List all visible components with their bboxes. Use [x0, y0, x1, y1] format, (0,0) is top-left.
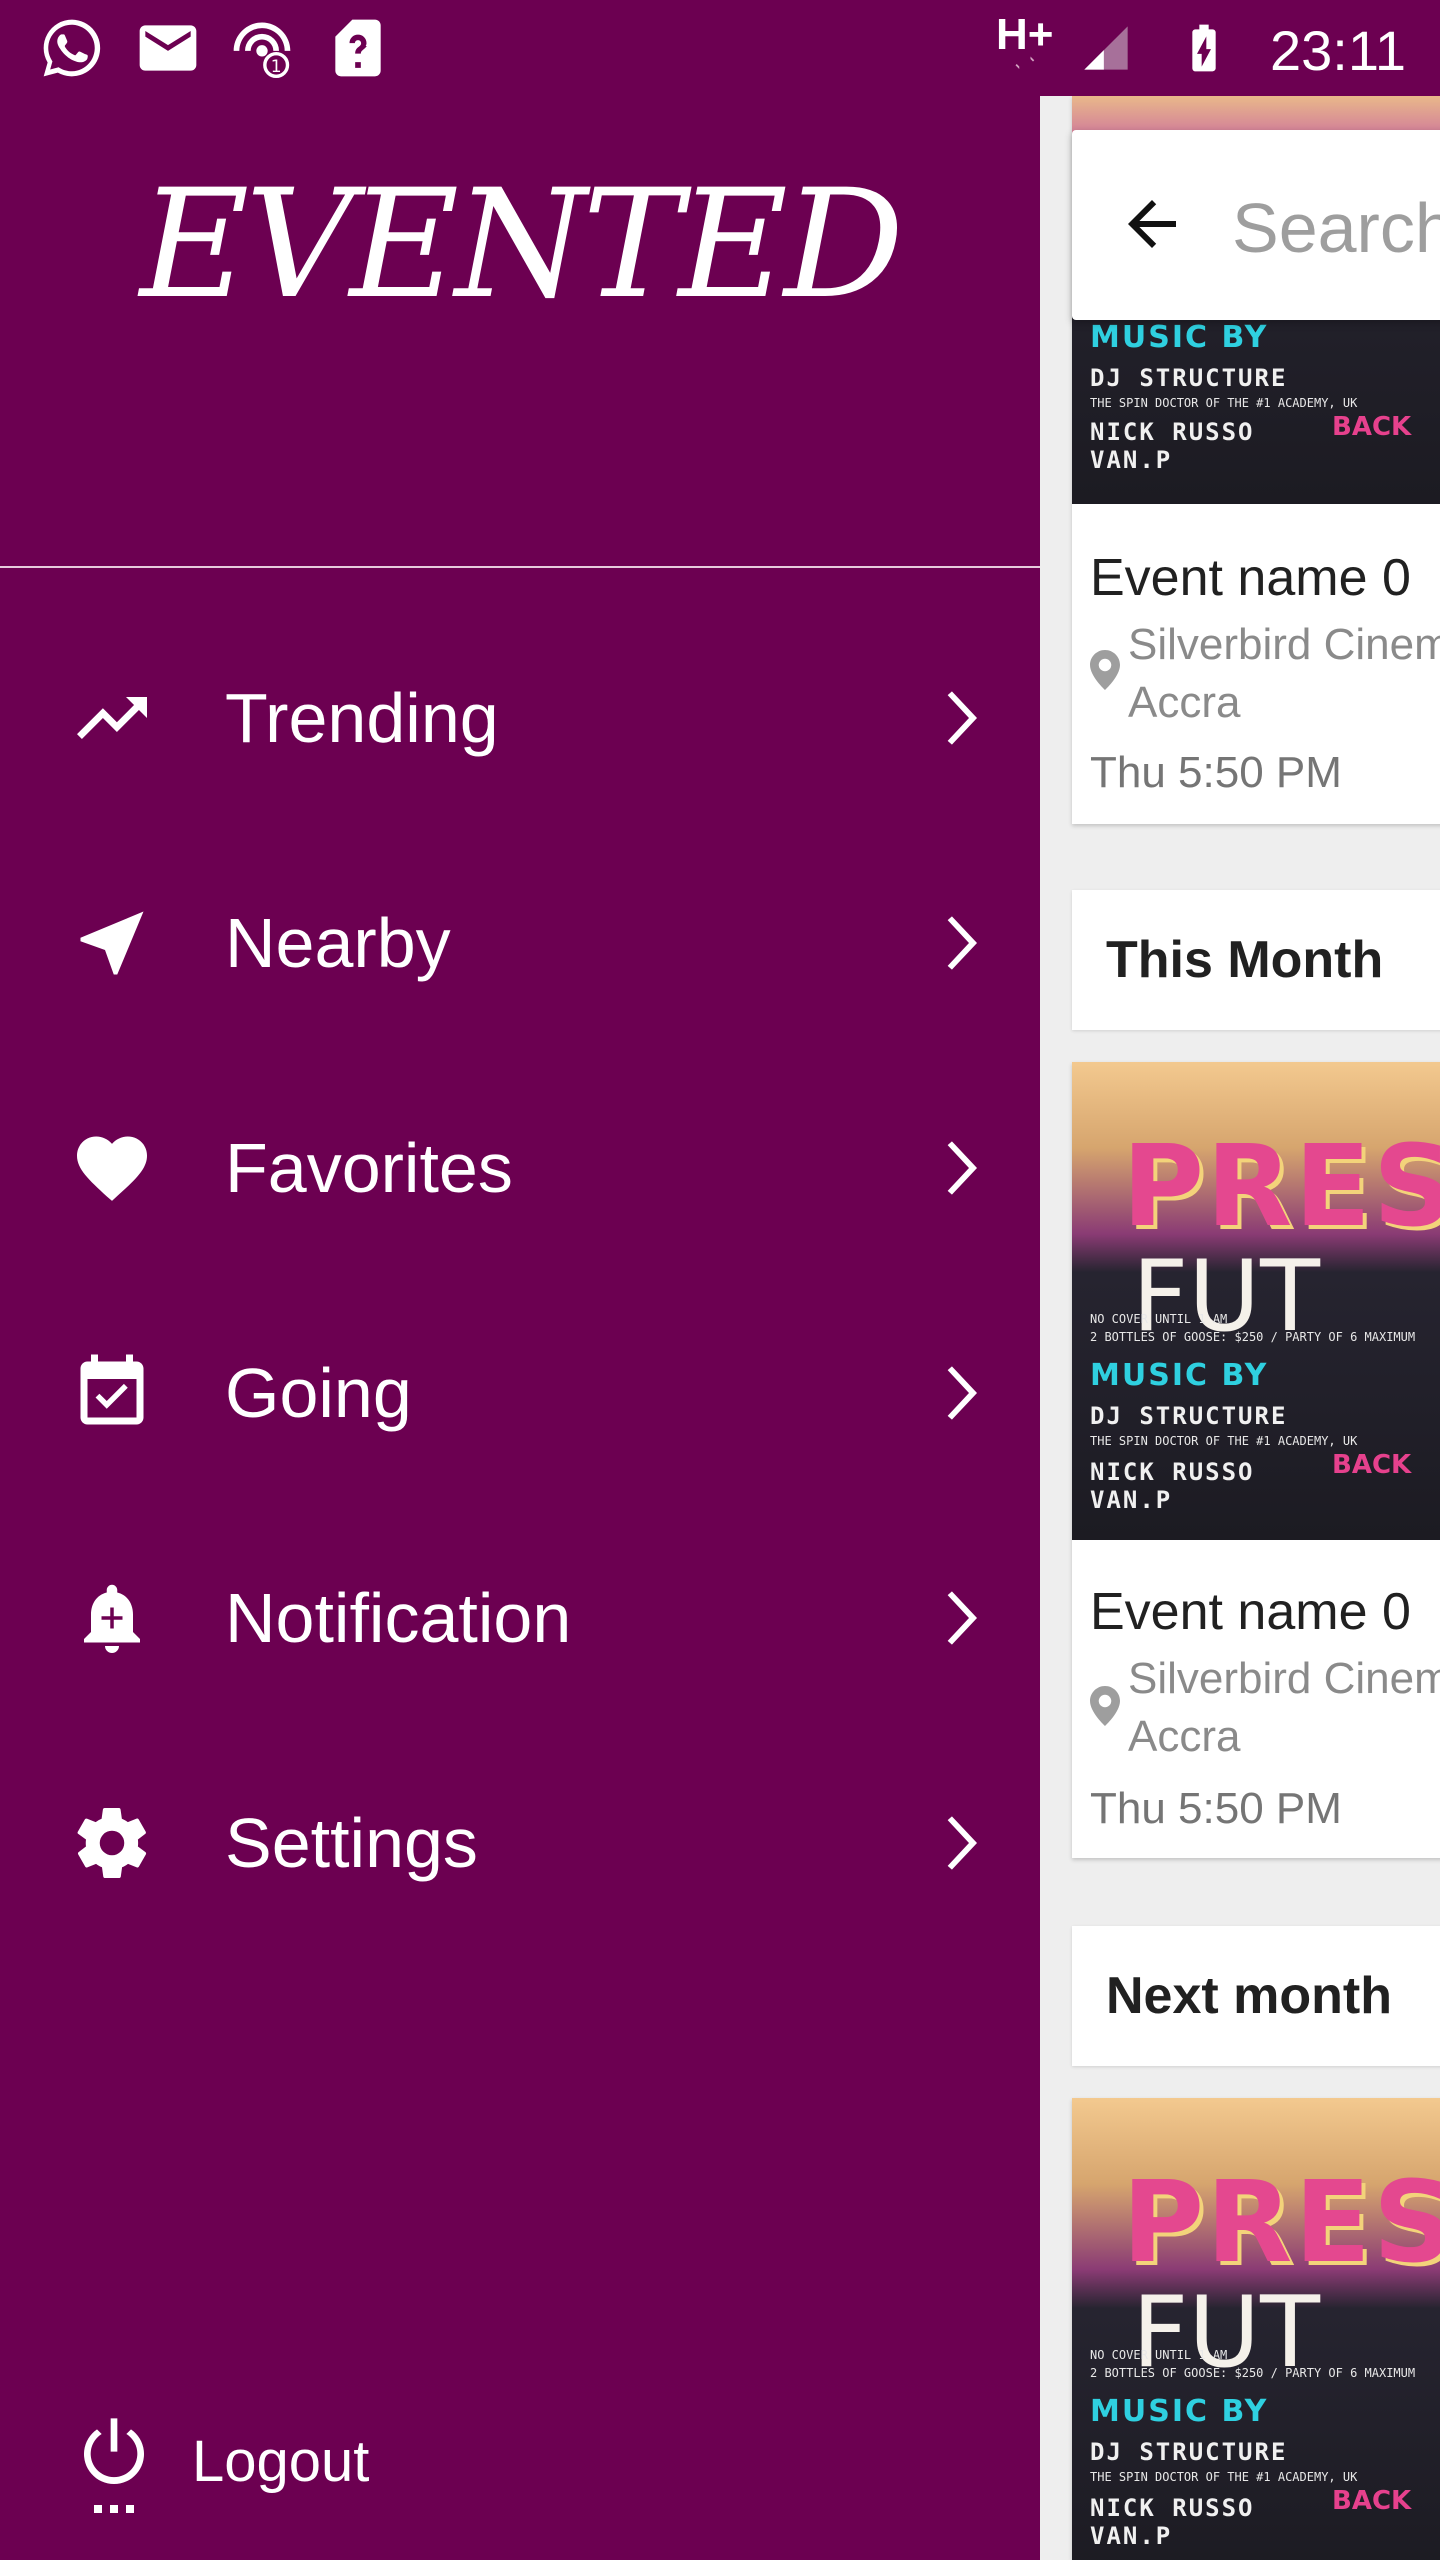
- calendar-check-icon: [80, 1354, 144, 1425]
- poster-title: PRES: [1122, 1122, 1440, 1252]
- section-title: Next month: [1106, 1967, 1392, 2025]
- section-header-next-month: Next month: [1072, 1926, 1440, 2066]
- poster-back: BACK: [1332, 1450, 1412, 1480]
- menu-item-going[interactable]: Going: [0, 1279, 1040, 1504]
- signal-icon: [1084, 26, 1128, 70]
- location-pin-icon: [1090, 1686, 1120, 1726]
- menu-item-favorites[interactable]: Favorites: [0, 1054, 1040, 1279]
- logout-label: Logout: [192, 2429, 370, 2494]
- event-time: Thu 5:50 PM: [1090, 748, 1342, 797]
- poster-music-by: MUSIC BY: [1090, 320, 1269, 355]
- poster-nick: NICK RUSSO: [1090, 1458, 1255, 1486]
- search-input[interactable]: Search: [1232, 188, 1440, 268]
- location-pin-icon: [1090, 650, 1120, 690]
- poster-bottles: 2 BOTTLES OF GOOSE: $250 / PARTY OF 6 MA…: [1090, 2366, 1416, 2380]
- menu-label: Favorites: [225, 1129, 513, 1207]
- power-icon: [84, 2418, 144, 2513]
- battery-charging-icon: [1192, 24, 1216, 72]
- menu-item-nearby[interactable]: Nearby: [0, 829, 1040, 1054]
- poster-vanp: VAN.P: [1090, 1486, 1173, 1514]
- menu-label: Trending: [225, 679, 499, 757]
- poster-music-by: MUSIC BY: [1090, 1358, 1269, 1393]
- sim-unknown-icon: [335, 19, 381, 77]
- poster-vanp: VAN.P: [1090, 446, 1173, 474]
- menu-label: Nearby: [225, 904, 451, 982]
- poster-cover: NO COVER UNTIL 1 AM: [1090, 2348, 1228, 2362]
- poster-dj: DJ STRUCTURE: [1090, 2438, 1288, 2466]
- navigation-icon: [80, 911, 144, 975]
- chevron-right-icon: [947, 691, 977, 745]
- event-location-line1: Silverbird Cinem: [1128, 620, 1440, 669]
- trending-up-icon: [77, 697, 147, 739]
- event-card[interactable]: PRES FUT NO COVER UNTIL 1 AM 2 BOTTLES O…: [1072, 2098, 1440, 2560]
- event-time: Thu 5:50 PM: [1090, 1784, 1342, 1833]
- navigation-drawer: EVENTED Trending Nearby Favorites Going …: [0, 0, 1040, 2560]
- menu-item-trending[interactable]: Trending: [0, 604, 1040, 829]
- drawer-divider: [0, 566, 1040, 568]
- event-name: Event name 0: [1090, 1583, 1411, 1641]
- event-location-line1: Silverbird Cinem: [1128, 1654, 1440, 1703]
- menu-label: Going: [225, 1354, 412, 1432]
- chevron-right-icon: [947, 1141, 977, 1195]
- mail-icon: [139, 25, 197, 71]
- poster-music-by: MUSIC BY: [1090, 2394, 1269, 2429]
- drawer-menu: Trending Nearby Favorites Going Notifica…: [0, 604, 1040, 1954]
- search-bar[interactable]: Search: [1072, 130, 1440, 320]
- poster-nick: NICK RUSSO: [1090, 2494, 1255, 2522]
- poster-back: BACK: [1332, 2486, 1412, 2516]
- heart-icon: [77, 1136, 147, 1201]
- event-location-line2: Accra: [1128, 1712, 1241, 1761]
- menu-item-settings[interactable]: Settings: [0, 1729, 1040, 1954]
- menu-label: Settings: [225, 1804, 478, 1882]
- event-card[interactable]: PRES FUT NO COVER UNTIL 1 AM 2 BOTTLES O…: [1072, 1062, 1440, 1858]
- event-poster: PRES FUT NO COVER UNTIL 1 AM 2 BOTTLES O…: [1072, 1062, 1440, 1540]
- network-type-label: H+: [996, 10, 1054, 59]
- event-poster: PRES FUT NO COVER UNTIL 1 AM 2 BOTTLES O…: [1072, 2098, 1440, 2560]
- whatsapp-icon: [43, 19, 101, 77]
- event-location-line2: Accra: [1128, 678, 1241, 727]
- poster-bottles: 2 BOTTLES OF GOOSE: $250 / PARTY OF 6 MA…: [1090, 1330, 1416, 1344]
- poster-back: BACK: [1332, 412, 1412, 442]
- chevron-right-icon: [947, 1366, 977, 1420]
- menu-label: Notification: [225, 1579, 572, 1657]
- gear-icon: [77, 1807, 147, 1879]
- clock: 23:11: [1270, 19, 1406, 82]
- poster-title: PRES: [1122, 2158, 1440, 2288]
- chevron-right-icon: [947, 916, 977, 970]
- section-header-this-month: This Month: [1072, 890, 1440, 1030]
- menu-item-notification[interactable]: Notification: [0, 1504, 1040, 1729]
- poster-dj-subtitle: THE SPIN DOCTOR OF THE #1 ACADEMY, UK: [1090, 1434, 1358, 1448]
- event-name: Event name 0: [1090, 549, 1411, 607]
- hotspot-icon: 1: [233, 22, 291, 79]
- bell-plus-icon: [84, 1584, 140, 1653]
- back-arrow-icon[interactable]: [1116, 188, 1188, 260]
- section-title: This Month: [1106, 931, 1384, 989]
- poster-dj-subtitle: THE SPIN DOCTOR OF THE #1 ACADEMY, UK: [1090, 2470, 1358, 2484]
- chevron-right-icon: [947, 1591, 977, 1645]
- data-arrows-icon: [1015, 56, 1035, 69]
- svg-text:1: 1: [271, 57, 282, 77]
- poster-vanp: VAN.P: [1090, 2522, 1173, 2550]
- poster-cover: NO COVER UNTIL 1 AM: [1090, 1312, 1228, 1326]
- poster-nick: NICK RUSSO: [1090, 418, 1255, 446]
- logout-button[interactable]: Logout: [0, 2380, 1040, 2540]
- poster-dj: DJ STRUCTURE: [1090, 1402, 1288, 1430]
- status-bar: 1 H+ 23:11: [0, 0, 1440, 96]
- poster-subtitle: THE SPIN DOCTOR OF THE #1 ACADEMY, UK: [1090, 396, 1358, 410]
- chevron-right-icon: [947, 1816, 977, 1870]
- app-logo: EVENTED: [139, 158, 904, 332]
- poster-dj: DJ STRUCTURE: [1090, 364, 1288, 392]
